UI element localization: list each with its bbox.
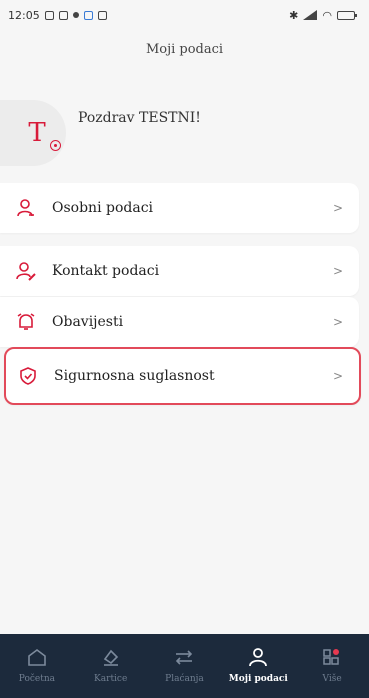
- gallery-icon: [58, 10, 68, 20]
- transfer-icon: [176, 650, 193, 665]
- avatar[interactable]: T: [0, 100, 66, 166]
- avatar-initial: T: [28, 118, 46, 148]
- chevron-right-icon: >: [332, 264, 343, 278]
- menu-item-label: Kontakt podaci: [52, 263, 160, 279]
- profile-header: T Pozdrav TESTNI!: [0, 100, 369, 180]
- nav-label: Kartice: [94, 674, 128, 684]
- dot-icon: [72, 12, 79, 18]
- status-right: ✱ ◠: [289, 8, 357, 22]
- menu-item-kontakt-podaci[interactable]: Kontakt podaci >: [0, 246, 359, 296]
- nav-tab-moji-podaci[interactable]: Moji podaci: [223, 646, 293, 684]
- nav-tab-kartice[interactable]: Kartice: [76, 646, 146, 684]
- menu-item-obavijesti[interactable]: Obavijesti >: [0, 297, 359, 347]
- status-left: 12:05: [8, 9, 107, 22]
- chevron-right-icon: >: [332, 369, 343, 383]
- menu-item-label: Sigurnosna suglasnost: [54, 368, 215, 384]
- nav-label: Moji podaci: [228, 674, 288, 684]
- nav-tab-placanja[interactable]: Plaćanja: [149, 646, 219, 684]
- nav-label: Više: [322, 674, 342, 684]
- notification-icon: [44, 10, 54, 20]
- home-icon: [28, 649, 46, 666]
- nav-label: Početna: [18, 674, 56, 684]
- menu-item-label: Obavijesti: [52, 314, 124, 330]
- camera-badge-icon[interactable]: [50, 140, 61, 151]
- menu-item-sigurnosna-suglasnost[interactable]: Sigurnosna suglasnost >: [4, 347, 361, 405]
- user-edit-icon: [16, 261, 36, 281]
- wifi-icon: ◠: [322, 8, 332, 22]
- chevron-right-icon: >: [332, 315, 343, 329]
- app-icon: [83, 10, 93, 20]
- bottom-navigation: Početna Kartice Plaćanja Moji podaci Viš…: [0, 634, 369, 698]
- shield-icon: [97, 10, 107, 20]
- battery-icon: [337, 10, 357, 20]
- shield-check-icon: [18, 366, 38, 386]
- nav-label: Plaćanja: [165, 674, 204, 684]
- menu-item-osobni-podaci[interactable]: Osobni podaci >: [0, 183, 359, 233]
- nav-tab-vise[interactable]: Više: [297, 646, 367, 684]
- user-icon: [16, 198, 36, 218]
- user-icon: [249, 648, 268, 667]
- bell-icon: [16, 312, 36, 332]
- bluetooth-icon: ✱: [289, 8, 299, 22]
- status-bar: 12:05 ✱ ◠: [0, 0, 369, 30]
- more-icon: [323, 649, 340, 665]
- nav-tab-pocetna[interactable]: Početna: [2, 646, 72, 684]
- chevron-right-icon: >: [332, 201, 343, 215]
- card-icon: [103, 649, 118, 666]
- page-title: Moji podaci: [145, 42, 224, 57]
- greeting-text: Pozdrav TESTNI!: [78, 110, 201, 126]
- menu-item-label: Osobni podaci: [52, 200, 154, 216]
- signal-icon: [303, 10, 318, 20]
- status-time: 12:05: [8, 8, 40, 22]
